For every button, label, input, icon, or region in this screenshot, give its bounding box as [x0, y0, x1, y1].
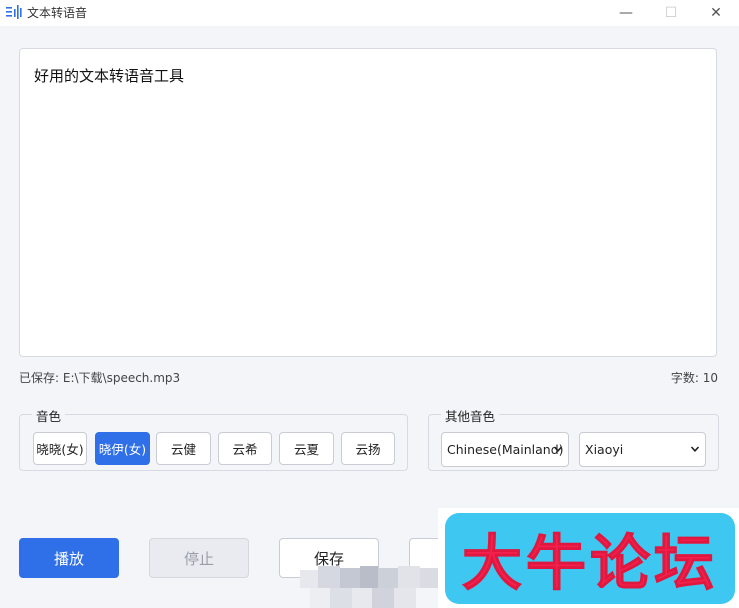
text-input[interactable]: 好用的文本转语音工具 — [19, 48, 717, 357]
chevron-down-icon — [690, 446, 700, 452]
watermark-text: 大牛论坛 — [462, 529, 718, 600]
window-title: 文本转语音 — [27, 6, 88, 20]
title-bar[interactable]: 文本转语音 — ☐ ✕ — [0, 0, 739, 26]
watermark-badge: 大牛论坛 — [445, 513, 735, 604]
app-window: 文本转语音 — ☐ ✕ 好用的文本转语音工具 已保存: E:\下载\speech… — [0, 0, 739, 608]
language-select[interactable]: Chinese(Mainland) — [441, 432, 569, 467]
voice-button-yunxia[interactable]: 云夏 — [279, 432, 334, 465]
saved-path-label: 已保存: E:\下载\speech.mp3 — [19, 371, 181, 385]
voice-button-xiaoyi[interactable]: 晓伊(女) — [95, 432, 150, 465]
chevron-down-icon — [553, 446, 563, 452]
play-button[interactable]: 播放 — [19, 538, 119, 578]
char-count-label: 字数: 10 — [670, 371, 718, 385]
voice-group-label: 音色 — [32, 406, 66, 425]
maximize-icon: ☐ — [664, 5, 678, 21]
close-button[interactable]: ✕ — [696, 0, 736, 26]
voice-button-yunxi[interactable]: 云希 — [218, 432, 272, 465]
waveform-icon — [6, 5, 22, 19]
voice-button-yunyang[interactable]: 云扬 — [341, 432, 395, 465]
watermark-logo: 大牛论坛 — [438, 508, 739, 608]
voice-select[interactable]: Xiaoyi — [579, 432, 706, 467]
maximize-button[interactable]: ☐ — [651, 0, 691, 26]
minimize-button[interactable]: — — [606, 0, 646, 26]
voice-button-xiaoxiao[interactable]: 晓晓(女) — [33, 432, 87, 465]
close-icon: ✕ — [710, 5, 722, 21]
stop-button[interactable]: 停止 — [149, 538, 249, 578]
mosaic-overlay — [300, 562, 440, 608]
minimize-icon: — — [619, 5, 633, 21]
language-select-value: Chinese(Mainland) — [447, 442, 564, 457]
voice-group: 音色 晓晓(女) 晓伊(女) 云健 云希 云夏 云扬 — [19, 406, 408, 471]
other-voice-group-label: 其他音色 — [441, 406, 500, 425]
voice-select-value: Xiaoyi — [585, 442, 624, 457]
voice-button-yunjian[interactable]: 云健 — [156, 432, 211, 465]
other-voice-group: 其他音色 Chinese(Mainland) Xiaoyi — [428, 406, 719, 471]
